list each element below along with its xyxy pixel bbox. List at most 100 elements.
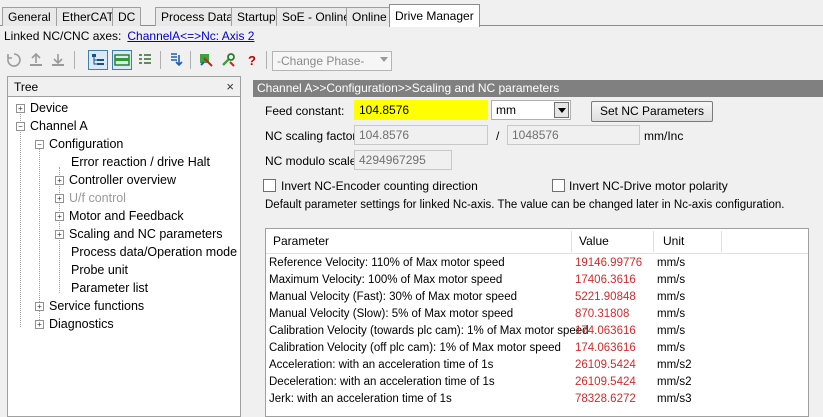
set-nc-parameters-button[interactable]: Set NC Parameters — [591, 101, 714, 122]
tab-process-data[interactable]: Process Data — [155, 7, 240, 26]
param-name: Calibration Velocity (off plc cam): 1% o… — [269, 342, 561, 354]
column-divider[interactable] — [721, 231, 722, 252]
table-header: Parameter Value Unit — [266, 229, 808, 254]
linked-axes-label: Linked NC/CNC axes: — [4, 29, 122, 43]
tools-icon[interactable] — [218, 50, 238, 70]
scaling-slash: / — [496, 129, 500, 143]
table-row[interactable]: Calibration Velocity (off plc cam): 1% o… — [266, 340, 808, 357]
linked-axis-link[interactable]: ChannelA<=>Nc: Axis 2 — [127, 29, 254, 43]
help-icon[interactable]: ? — [242, 50, 262, 70]
tab-dc[interactable]: DC — [112, 7, 142, 26]
param-unit: mm/s — [657, 325, 686, 337]
invert-motor-label: Invert NC-Drive motor polarity — [569, 179, 728, 193]
nc-scaling-label: NC scaling factor: — [265, 129, 360, 143]
table-row[interactable]: Maximum Velocity: 100% of Max motor spee… — [266, 272, 808, 289]
tree-item-label: Channel A — [30, 119, 88, 133]
table-row[interactable]: Jerk: with an acceleration time of 1s 78… — [266, 391, 808, 408]
tree-item-label: Configuration — [49, 137, 124, 151]
invert-motor-checkbox[interactable] — [552, 179, 565, 192]
column-header-parameter[interactable]: Parameter — [273, 234, 329, 248]
feed-constant-input[interactable]: 104.8576 — [354, 100, 488, 120]
wizard-icon[interactable] — [196, 50, 216, 70]
change-phase-dropdown[interactable]: -Change Phase- — [272, 51, 392, 71]
tree-connector — [20, 111, 21, 327]
tree-item-parameter-list[interactable]: Parameter list — [71, 279, 148, 297]
tree-item-probe-unit[interactable]: Probe unit — [71, 261, 128, 279]
tree-item-configuration[interactable]: − Configuration — [35, 135, 123, 153]
tab-soe-online[interactable]: SoE - Online — [276, 7, 357, 26]
param-value: 174.063616 — [575, 342, 636, 354]
tree-item-device[interactable]: + Device — [16, 99, 68, 117]
column-header-value[interactable]: Value — [579, 234, 609, 248]
upload-icon[interactable] — [26, 50, 46, 70]
change-phase-value: -Change Phase- — [277, 54, 365, 68]
expand-icon[interactable]: + — [55, 229, 64, 239]
param-unit: mm/s — [657, 274, 686, 286]
tree-item-motor-feedback[interactable]: + Motor and Feedback — [55, 207, 184, 225]
table-row[interactable]: Manual Velocity (Fast): 30% of Max motor… — [266, 289, 808, 306]
column-divider[interactable] — [571, 231, 572, 252]
expand-icon[interactable]: + — [35, 301, 44, 311]
close-icon[interactable]: × — [226, 79, 234, 94]
column-header-unit[interactable]: Unit — [663, 234, 684, 248]
tab-startup[interactable]: Startup — [231, 7, 282, 26]
table-row[interactable]: Manual Velocity (Slow): 5% of Max motor … — [266, 306, 808, 323]
param-value: 870.31808 — [575, 308, 630, 320]
tree-panel-header: Tree × — [8, 77, 240, 97]
invert-encoder-checkbox[interactable] — [263, 179, 276, 192]
collapse-icon[interactable]: − — [16, 121, 25, 131]
column-divider[interactable] — [653, 231, 654, 252]
tree-item-uf-control[interactable]: + U/f control — [55, 189, 126, 207]
tree-item-label: Probe unit — [71, 263, 128, 277]
tree-item-label: Controller overview — [69, 173, 176, 187]
tree-panel: Tree × + Device − Channel A − Configuration… — [7, 76, 241, 417]
feed-unit-dropdown[interactable]: mm — [491, 100, 571, 120]
tree-item-channel-a[interactable]: − Channel A — [16, 117, 88, 135]
tree-item-controller-overview[interactable]: + Controller overview — [55, 171, 176, 189]
tree-item-label: Error reaction / drive Halt — [71, 155, 210, 169]
tree-item-label: Scaling and NC parameters — [69, 227, 223, 241]
tab-general[interactable]: General — [2, 7, 57, 26]
scaling-unit-label: mm/Inc — [644, 129, 684, 143]
tab-drive-manager[interactable]: Drive Manager — [389, 4, 480, 27]
collapse-icon[interactable]: − — [35, 139, 44, 149]
feed-constant-label: Feed constant: — [265, 104, 345, 118]
import-icon[interactable] — [166, 50, 186, 70]
table-row[interactable]: Reference Velocity: 110% of Max motor sp… — [266, 255, 808, 272]
expand-icon[interactable]: + — [16, 103, 25, 113]
expand-icon[interactable]: + — [55, 193, 64, 203]
tree-item-label: Motor and Feedback — [69, 209, 184, 223]
toolbar-separator — [160, 51, 161, 69]
layout-view-icon[interactable] — [112, 50, 132, 70]
expand-icon[interactable]: + — [55, 175, 64, 185]
table-row[interactable]: Calibration Velocity (towards plc cam): … — [266, 323, 808, 340]
param-unit: mm/s — [657, 308, 686, 320]
tab-online[interactable]: Online — [346, 7, 393, 26]
download-icon[interactable] — [48, 50, 68, 70]
param-value: 26109.5424 — [575, 376, 636, 388]
tree-view-icon[interactable] — [88, 50, 108, 70]
tree-item-diagnostics[interactable]: + Diagnostics — [35, 315, 114, 333]
param-name: Maximum Velocity: 100% of Max motor spee… — [269, 274, 503, 286]
refresh-icon[interactable] — [4, 50, 24, 70]
tab-strip: General EtherCAT DC Process Data Startup… — [0, 0, 823, 27]
toolbar-separator — [190, 51, 191, 69]
tree-item-label: Diagnostics — [49, 317, 114, 331]
tree-item-scaling-nc[interactable]: + Scaling and NC parameters — [55, 225, 223, 243]
tab-ethercat[interactable]: EtherCAT — [56, 7, 120, 26]
tree-item-service-functions[interactable]: + Service functions — [35, 297, 144, 315]
invert-encoder-label: Invert NC-Encoder counting direction — [281, 179, 478, 193]
table-row[interactable]: Deceleration: with an acceleration time … — [266, 374, 808, 391]
param-unit: mm/s — [657, 342, 686, 354]
param-unit: mm/s3 — [657, 393, 692, 405]
tree-item-error-reaction[interactable]: Error reaction / drive Halt — [71, 153, 210, 171]
table-row[interactable]: Acceleration: with an acceleration time … — [266, 357, 808, 374]
list-view-icon[interactable] — [135, 50, 155, 70]
param-unit: mm/s — [657, 257, 686, 269]
expand-icon[interactable]: + — [35, 319, 44, 329]
expand-icon[interactable]: + — [55, 211, 64, 221]
param-name: Acceleration: with an acceleration time … — [269, 359, 494, 371]
tree-item-process-data[interactable]: Process data/Operation mode — [71, 243, 237, 261]
info-text: Default parameter settings for linked Nc… — [265, 199, 785, 211]
scaling-numerator-field: 104.8576 — [354, 125, 488, 145]
